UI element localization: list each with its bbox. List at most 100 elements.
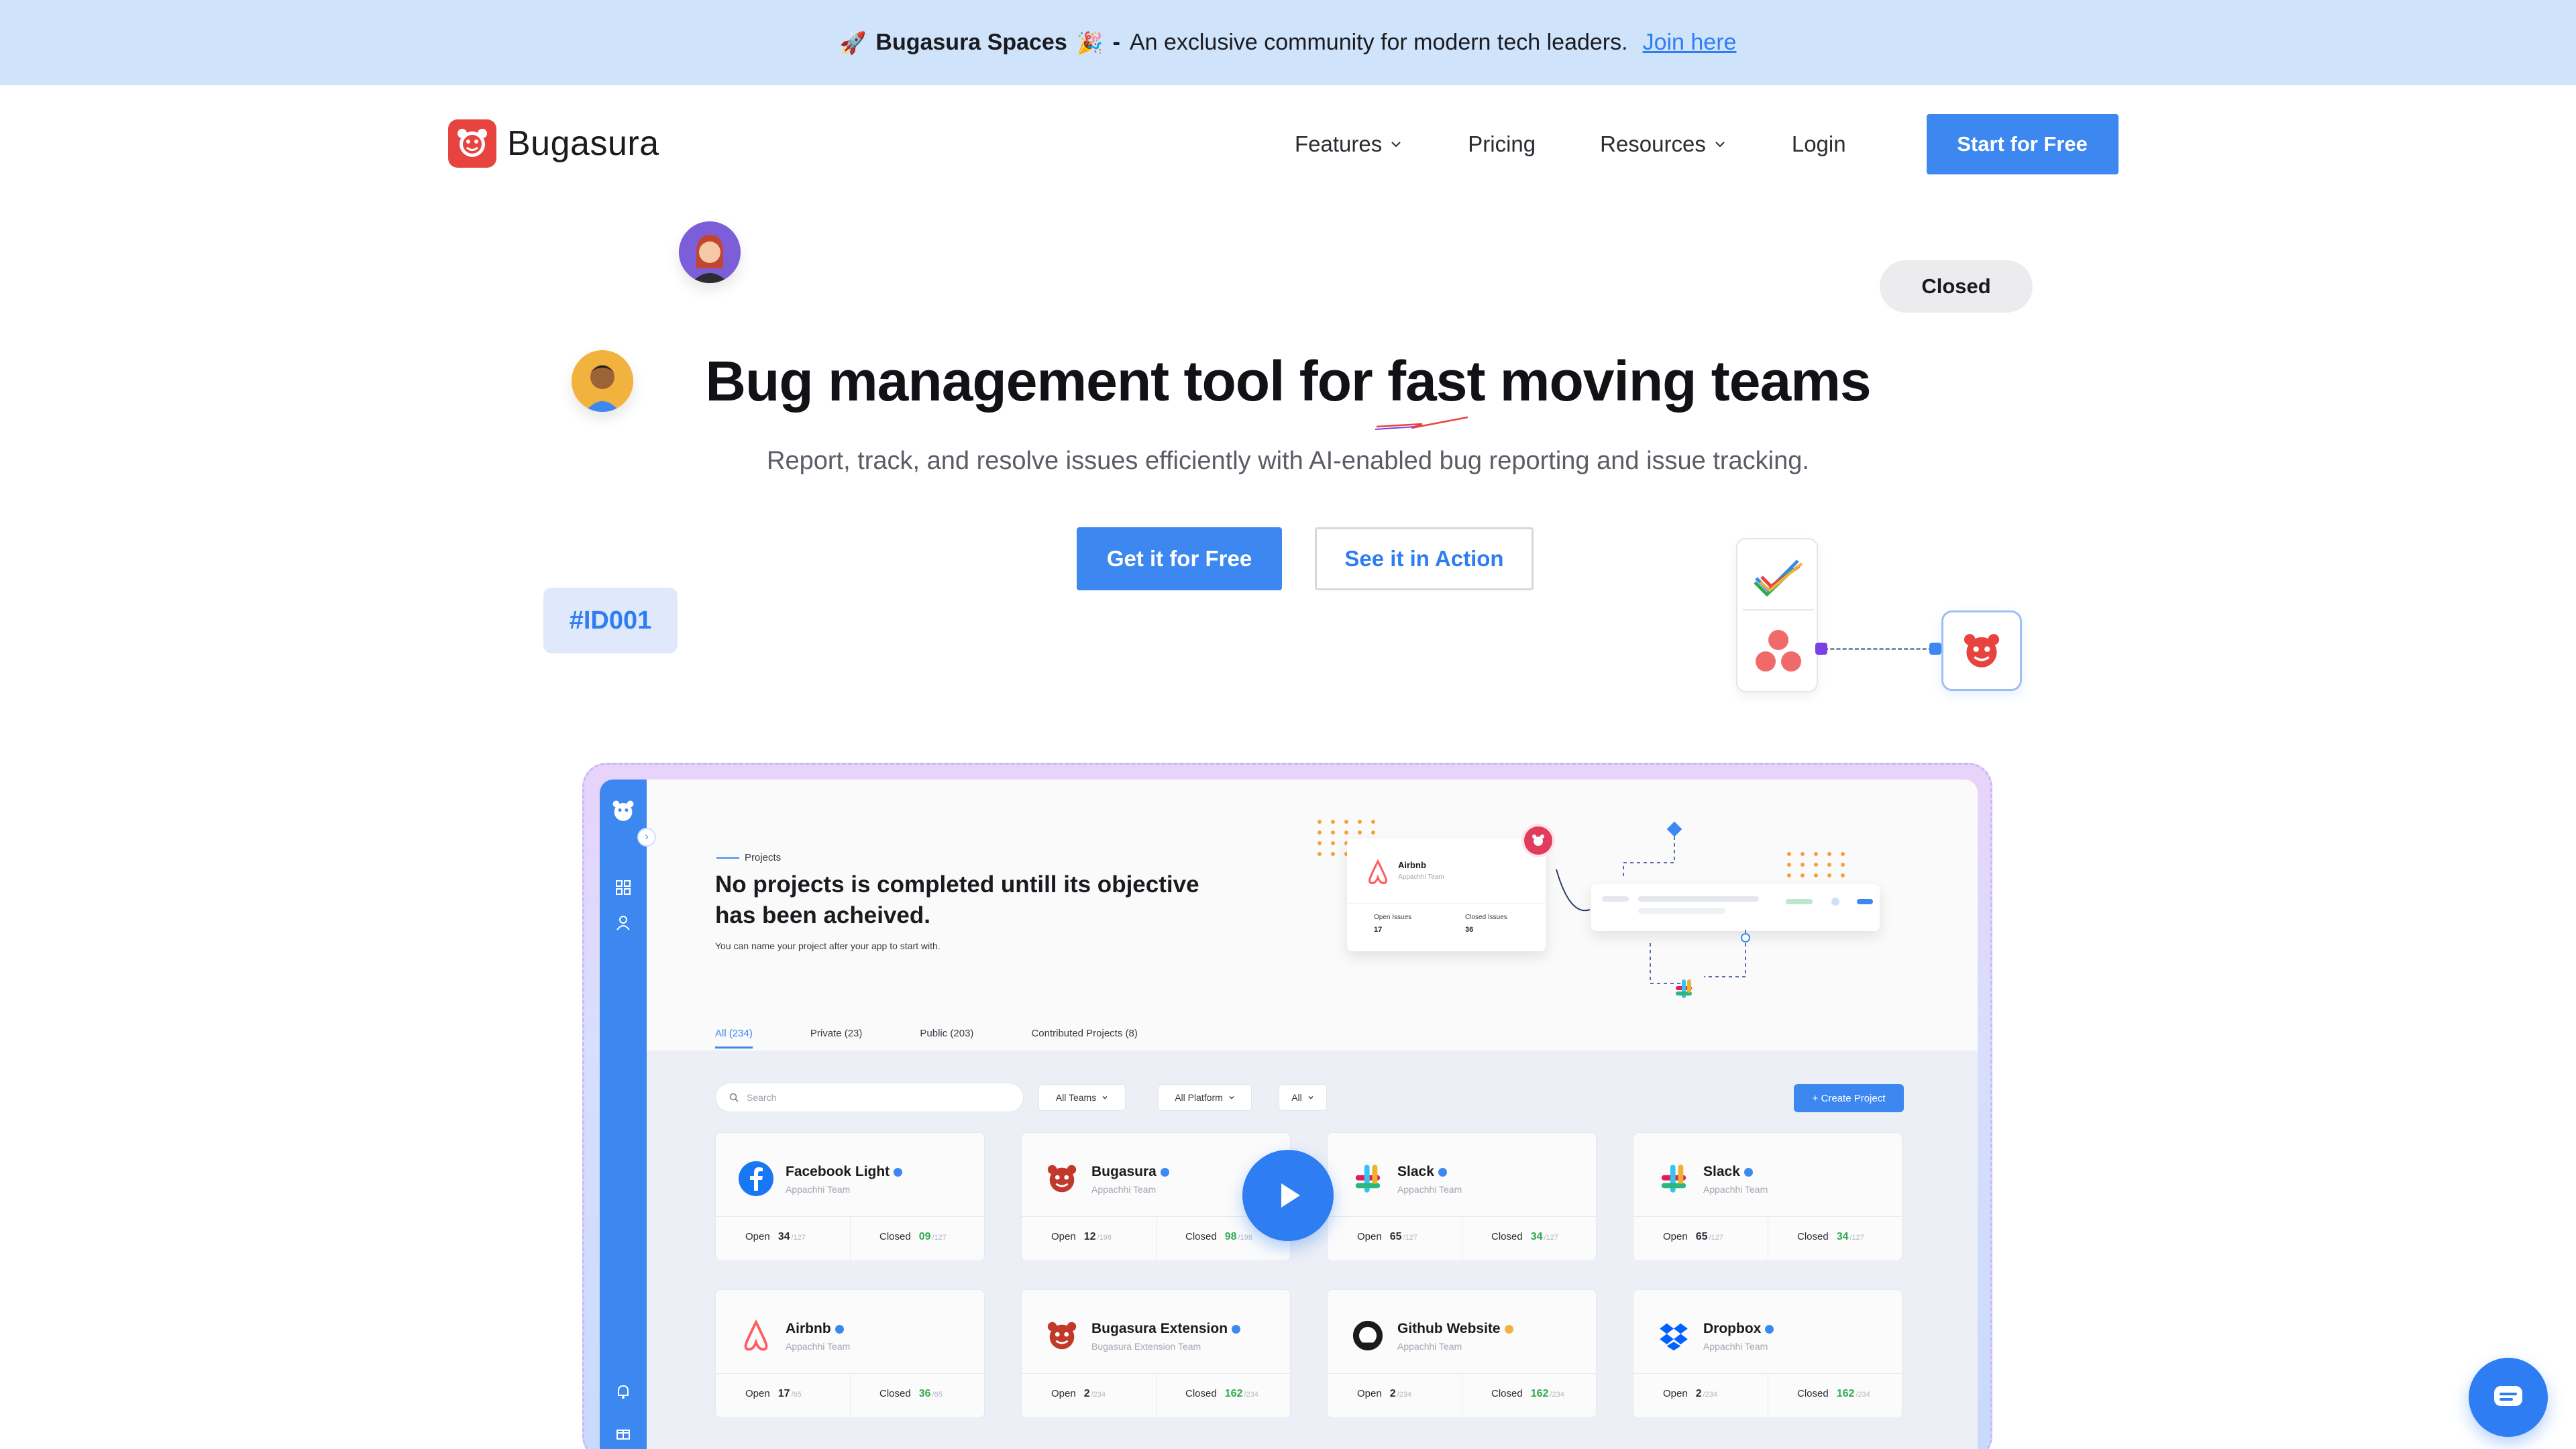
chevron-down-icon [1229, 1095, 1234, 1099]
projects-hint: You can name your project after your app… [715, 941, 941, 951]
project-team: Appachhi Team [1397, 1341, 1462, 1352]
party-popper-icon: 🎉 [1076, 30, 1104, 56]
project-card[interactable]: Facebook Light Appachhi Team Open 34/127 … [715, 1132, 985, 1262]
project-name: Slack [1703, 1164, 1753, 1180]
chevron-down-icon [1102, 1095, 1108, 1099]
airbnb-icon [737, 1317, 775, 1354]
closed-count: Closed 09/127 [879, 1231, 947, 1242]
project-search-input[interactable]: Search [715, 1083, 1024, 1112]
facebook-icon [737, 1160, 775, 1197]
closed-count: Closed 162/234 [1491, 1388, 1564, 1399]
hero-title: Bug management tool for fast moving team… [705, 350, 1871, 413]
tab-contributed[interactable]: Contributed Projects (8) [1031, 1028, 1137, 1039]
search-icon [729, 1093, 739, 1102]
project-card[interactable]: Slack Appachhi Team Open 65/127 Closed 34/… [1327, 1132, 1597, 1262]
rocket-icon: 🚀 [839, 30, 867, 56]
mini-card-name: Airbnb [1398, 860, 1426, 870]
project-card[interactable]: Github Website Appachhi Team Open 2/234 C… [1327, 1289, 1597, 1419]
slack-icon [1655, 1160, 1693, 1197]
section-label: Projects [716, 852, 781, 863]
airbnb-icon [1368, 859, 1387, 884]
nav-features[interactable]: Features [1295, 131, 1403, 157]
bugasura-logo-icon [612, 800, 634, 821]
start-for-free-button[interactable]: Start for Free [1926, 114, 2118, 174]
filter-teams-dropdown[interactable]: All Teams [1038, 1084, 1126, 1111]
banner-join-link[interactable]: Join here [1643, 30, 1737, 56]
site-logo[interactable]: Bugasura [448, 119, 659, 168]
chevron-down-icon [1715, 142, 1725, 148]
bugasura-logo-icon [448, 119, 496, 168]
tab-private[interactable]: Private (23) [810, 1028, 863, 1039]
tab-all[interactable]: All (234) [715, 1028, 753, 1049]
hero-subtitle: Report, track, and resolve issues effici… [767, 447, 1809, 475]
tab-public[interactable]: Public (203) [920, 1028, 973, 1039]
project-name: Dropbox [1703, 1321, 1774, 1337]
project-name: Github Website [1397, 1321, 1513, 1337]
bugasura-logo-icon [1043, 1317, 1081, 1354]
closed-count: Closed 162/234 [1185, 1388, 1258, 1399]
bell-icon[interactable] [614, 1383, 632, 1401]
grid-icon[interactable] [614, 879, 632, 896]
filter-teams-label: All Teams [1055, 1092, 1097, 1103]
closed-count: Closed 36/65 [879, 1388, 943, 1399]
projects-headline: No projects is completed untill its obje… [715, 871, 1199, 928]
search-placeholder: Search [747, 1092, 777, 1103]
project-team: Appachhi Team [1703, 1341, 1768, 1352]
integrations-card [1736, 538, 1818, 692]
chevron-down-icon [1391, 142, 1401, 148]
nav-features-label: Features [1295, 131, 1383, 156]
project-card[interactable]: Bugasura Extension Bugasura Extension Te… [1021, 1289, 1291, 1419]
closed-count: Closed 162/234 [1797, 1388, 1870, 1399]
closed-count: Closed 98/198 [1185, 1231, 1252, 1242]
project-card[interactable]: Airbnb Appachhi Team Open 17/65 Closed 36/… [715, 1289, 985, 1419]
play-video-button[interactable] [1242, 1150, 1334, 1241]
banner-dash: - [1112, 30, 1120, 55]
logo-text: Bugasura [507, 124, 659, 163]
get-it-for-free-button[interactable]: Get it for Free [1077, 527, 1282, 590]
chevron-down-icon [1308, 1095, 1313, 1099]
banner-brand: Bugasura Spaces [875, 30, 1067, 55]
announcement-banner: 🚀 Bugasura Spaces 🎉 - An exclusive commu… [0, 0, 2576, 85]
project-name: Bugasura [1091, 1164, 1169, 1180]
create-project-button[interactable]: + Create Project [1794, 1084, 1904, 1112]
nav-login-label: Login [1791, 131, 1846, 156]
slack-icon [1349, 1160, 1387, 1197]
open-count: Open 12/198 [1051, 1231, 1112, 1242]
project-team: Appachhi Team [786, 1184, 851, 1195]
open-count: Open 65/127 [1357, 1231, 1417, 1242]
mini-card-open-value: 17 [1374, 926, 1383, 934]
project-name: Bugasura Extension [1091, 1321, 1241, 1337]
mini-card-closed-value: 36 [1465, 926, 1474, 934]
open-count: Open 34/127 [745, 1231, 806, 1242]
avatar [679, 221, 741, 283]
main-nav: Features Pricing Resources Login Start f… [1295, 114, 2118, 174]
open-count: Open 2/234 [1663, 1388, 1718, 1399]
project-team: Appachhi Team [786, 1341, 851, 1352]
mini-project-card: Airbnb Appachhi Team Open Issues 17 Clos… [1347, 839, 1546, 951]
project-team: Bugasura Extension Team [1091, 1341, 1201, 1352]
project-tabs: All (234) Private (23) Public (203) Cont… [715, 1028, 1138, 1049]
mini-card-closed-label: Closed Issues [1465, 914, 1507, 921]
section-label-text: Projects [745, 852, 782, 863]
connector-line [1818, 648, 1939, 650]
slack-icon [1676, 979, 1692, 998]
gift-icon[interactable] [614, 1424, 632, 1441]
nav-pricing[interactable]: Pricing [1468, 131, 1536, 157]
chat-widget-button[interactable] [2469, 1358, 2548, 1437]
github-icon [1349, 1317, 1387, 1354]
user-icon[interactable] [614, 914, 632, 931]
open-count: Open 17/65 [745, 1388, 802, 1399]
status-badge-closed: Closed [1880, 260, 2033, 313]
filter-platform-dropdown[interactable]: All Platform [1158, 1084, 1252, 1111]
see-it-in-action-button[interactable]: See it in Action [1315, 527, 1534, 590]
bugasura-integration-icon [1941, 610, 2022, 691]
filter-all-dropdown[interactable]: All [1279, 1084, 1327, 1111]
connector-dot [1929, 643, 1941, 655]
chat-icon [2494, 1386, 2522, 1406]
sidebar-collapse-button[interactable]: › [637, 828, 656, 847]
nav-login[interactable]: Login [1792, 131, 1846, 157]
project-card[interactable]: Slack Appachhi Team Open 65/127 Closed 34/… [1633, 1132, 1902, 1262]
nav-resources[interactable]: Resources [1600, 131, 1727, 157]
open-count: Open 2/234 [1051, 1388, 1106, 1399]
project-card[interactable]: Dropbox Appachhi Team Open 2/234 Closed 16… [1633, 1289, 1902, 1419]
